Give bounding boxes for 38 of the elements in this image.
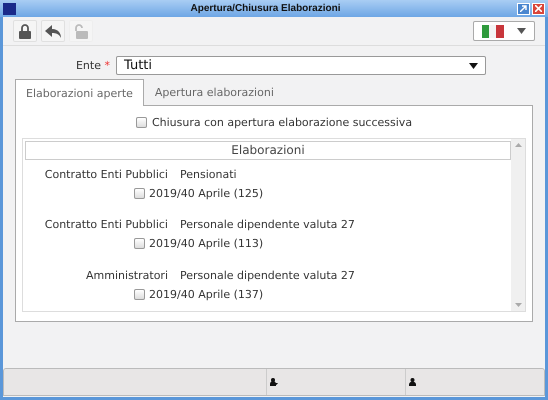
toolbar-button[interactable] [41, 20, 65, 42]
item-label: 2019/40 Aprile (125) [149, 187, 264, 200]
checkbox[interactable] [134, 188, 145, 199]
checkbox[interactable] [134, 288, 145, 300]
checkbox-label: Chiusura con apertura elaborazione successiva [152, 116, 412, 129]
type-label: Personale dipendente valuta 27 [180, 218, 355, 232]
scrollbar[interactable] [511, 139, 525, 311]
scroll-down-icon[interactable] [514, 303, 522, 307]
unlocked-lock-icon [74, 24, 88, 38]
required-mark: * [104, 59, 110, 72]
type-label: Pensionati [180, 168, 237, 181]
checkbox[interactable] [136, 117, 147, 128]
app-icon [3, 2, 16, 14]
lock-icon [19, 24, 31, 38]
scroll-up-icon[interactable] [514, 143, 522, 147]
ente-dropdown[interactable]: Tutti [116, 56, 486, 75]
reply-arrow-icon [45, 24, 61, 38]
close-button[interactable] [532, 2, 545, 14]
type-label: Personale dipendente valuta 27 [180, 268, 355, 282]
caret-icon [517, 28, 526, 34]
item-label: 2019/40 Aprile (113) [149, 237, 264, 250]
category-label: Contratto Enti Pubblici [44, 168, 168, 181]
tab[interactable]: Apertura elaborazioni [144, 79, 285, 105]
column-header: Elaborazioni [25, 141, 511, 160]
language-dropdown[interactable] [473, 21, 535, 41]
tab[interactable]: Elaborazioni aperte [15, 79, 144, 106]
restore-button[interactable] [517, 2, 530, 14]
checkbox[interactable] [134, 238, 145, 250]
category-label: Amministratori [85, 268, 168, 282]
category-label: Contratto Enti Pubblici [44, 218, 168, 232]
item-label: 2019/40 Aprile (137) [149, 288, 264, 301]
toolbar-button[interactable] [13, 20, 37, 42]
user-arrow-icon [270, 378, 278, 386]
caret-icon [469, 62, 478, 68]
flag-icon [482, 24, 504, 38]
window-title: Apertura/Chiusura Elaborazioni [189, 3, 342, 14]
ente-label: Ente [76, 59, 101, 72]
user-icon [409, 378, 416, 386]
